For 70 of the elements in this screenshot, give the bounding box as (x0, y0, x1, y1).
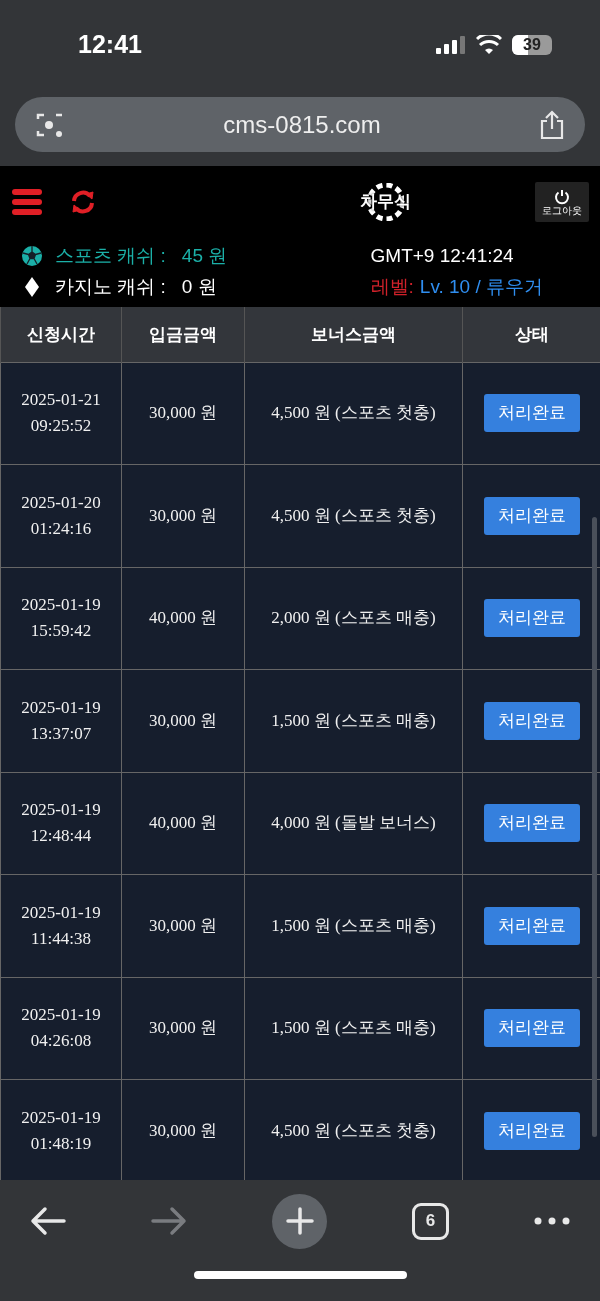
date-time-text: 11:44:38 (30, 927, 92, 950)
logout-button[interactable]: 로그아웃 (535, 182, 589, 222)
address-bar[interactable]: cms-0815.com (15, 97, 585, 152)
date-time-text: 2025-01-20 (20, 491, 102, 514)
deposit-amount: 40,000 원 (149, 608, 217, 628)
bonus-amount: 2,000 원 (스포츠 매충) (271, 608, 436, 628)
deposit-amount: 30,000 원 (149, 1120, 217, 1140)
date-time-text: 2025-01-19 (20, 594, 102, 617)
date-time-text: 01:48:19 (29, 1132, 93, 1155)
tab-count-button[interactable]: 6 (412, 1202, 449, 1240)
share-icon[interactable] (539, 109, 565, 140)
date-time-text: 2025-01-19 (20, 696, 102, 719)
bonus-amount: 1,500 원 (스포츠 매충) (271, 710, 436, 730)
casino-cash-value: 0 원 (181, 275, 217, 299)
bonus-amount: 1,500 원 (스포츠 매충) (271, 915, 436, 935)
deposit-amount: 30,000 원 (149, 1018, 217, 1038)
status-button[interactable]: 처리완료 (483, 804, 580, 843)
date-time-text: 12:48:44 (29, 825, 93, 848)
date-time-text: 13:37:07 (29, 722, 93, 745)
home-indicator[interactable] (193, 1270, 407, 1279)
date-time-text: 2025-01-19 (20, 901, 102, 924)
status-button[interactable]: 처리완료 (483, 701, 580, 740)
forward-arrow-icon[interactable] (151, 1206, 187, 1236)
column-header: 보너스금액 (311, 324, 396, 344)
sports-cash-value: 45 원 (181, 244, 228, 268)
bonus-amount: 4,000 원 (돌발 보너스) (271, 813, 436, 833)
deposit-amount: 30,000 원 (149, 403, 217, 423)
status-time: 12:41 (78, 29, 142, 61)
deposit-amount: 30,000 원 (149, 710, 217, 730)
status-button[interactable]: 처리완료 (483, 496, 580, 535)
level-value: Lv. 10 / 류우거 (419, 275, 543, 299)
date-time-text: 2025-01-19 (20, 1106, 102, 1129)
date-time-text: 09:25:52 (29, 415, 93, 438)
status-button[interactable]: 처리완료 (483, 599, 580, 638)
column-header: 입금금액 (149, 324, 217, 344)
date-time-text: 01:24:16 (29, 517, 93, 540)
date-time-text: 2025-01-21 (20, 389, 102, 412)
signal-icon (436, 35, 466, 55)
bonus-amount: 4,500 원 (스포츠 첫충) (271, 1120, 436, 1140)
server-clock: GMT+9 12:41:24 (370, 244, 515, 268)
status-button[interactable]: 처리완료 (483, 906, 580, 945)
bonus-amount: 4,500 원 (스포츠 첫충) (271, 505, 436, 525)
date-time-text: 15:59:42 (29, 620, 93, 643)
plus-icon (285, 1207, 314, 1235)
status-button[interactable]: 처리완료 (483, 1111, 580, 1150)
casino-cash-label: 카지노 캐쉬 : (55, 275, 166, 299)
back-arrow-icon[interactable] (30, 1206, 66, 1236)
deposit-amount: 40,000 원 (149, 813, 217, 833)
new-tab-button[interactable] (272, 1193, 327, 1249)
column-header: 신청시간 (27, 324, 95, 344)
column-header: 상태 (514, 324, 549, 344)
url-text: cms-0815.com (223, 109, 381, 140)
level-label: 레벨: (370, 275, 414, 299)
bonus-amount: 1,500 원 (스포츠 매충) (271, 1018, 436, 1038)
deposit-amount: 30,000 원 (149, 915, 217, 935)
soccer-ball-icon (21, 244, 43, 267)
date-time-text: 2025-01-19 (20, 1004, 102, 1027)
power-icon (554, 188, 570, 205)
date-time-text: 2025-01-19 (20, 799, 102, 822)
date-time-text: 04:26:08 (29, 1030, 93, 1053)
more-icon[interactable] (534, 1216, 570, 1226)
bonus-amount: 4,500 원 (스포츠 첫충) (271, 403, 436, 423)
status-button[interactable]: 처리완료 (483, 394, 580, 433)
wifi-icon (476, 35, 502, 55)
deposit-amount: 30,000 원 (149, 505, 217, 525)
scrollbar[interactable] (592, 517, 597, 1137)
sports-cash-label: 스포츠 캐쉬 : (55, 244, 166, 268)
status-button[interactable]: 처리완료 (483, 1009, 580, 1048)
menu-icon[interactable] (12, 187, 42, 217)
refresh-icon[interactable] (70, 189, 96, 215)
